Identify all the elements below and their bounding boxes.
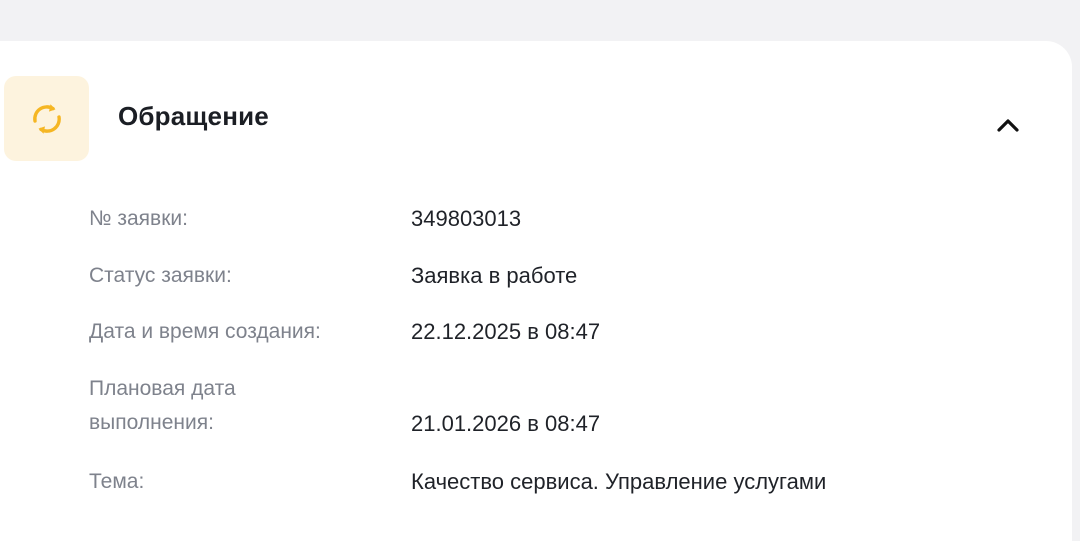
refresh-icon xyxy=(32,103,61,134)
request-icon-container xyxy=(4,76,89,161)
field-label-line: выполнения: xyxy=(89,411,214,434)
field-value-request-number: 349803013 xyxy=(411,206,522,231)
field-label: Дата и время создания: xyxy=(89,320,321,343)
field-value-created: 22.12.2025 в 08:47 xyxy=(411,319,601,344)
collapse-toggle[interactable] xyxy=(990,107,1026,143)
field-value-planned-date: 21.01.2026 в 08:47 xyxy=(411,411,601,436)
field-label: Статус заявки: xyxy=(89,264,232,287)
field-value-status: Заявка в работе xyxy=(411,263,578,288)
card-title: Обращение xyxy=(118,101,269,131)
field-label: Плановая дата выполнения: xyxy=(89,372,379,440)
request-card-header[interactable]: Обращение xyxy=(0,41,1072,201)
field-label-line: Плановая дата xyxy=(89,377,236,400)
request-card: Обращение № заявки: 349803013 Статус зая… xyxy=(0,41,1072,541)
field-label: Тема: xyxy=(89,470,145,493)
field-label: № заявки: xyxy=(89,207,188,230)
chevron-up-icon xyxy=(997,119,1019,132)
field-value-topic: Качество сервиса. Управление услугами xyxy=(411,469,827,494)
